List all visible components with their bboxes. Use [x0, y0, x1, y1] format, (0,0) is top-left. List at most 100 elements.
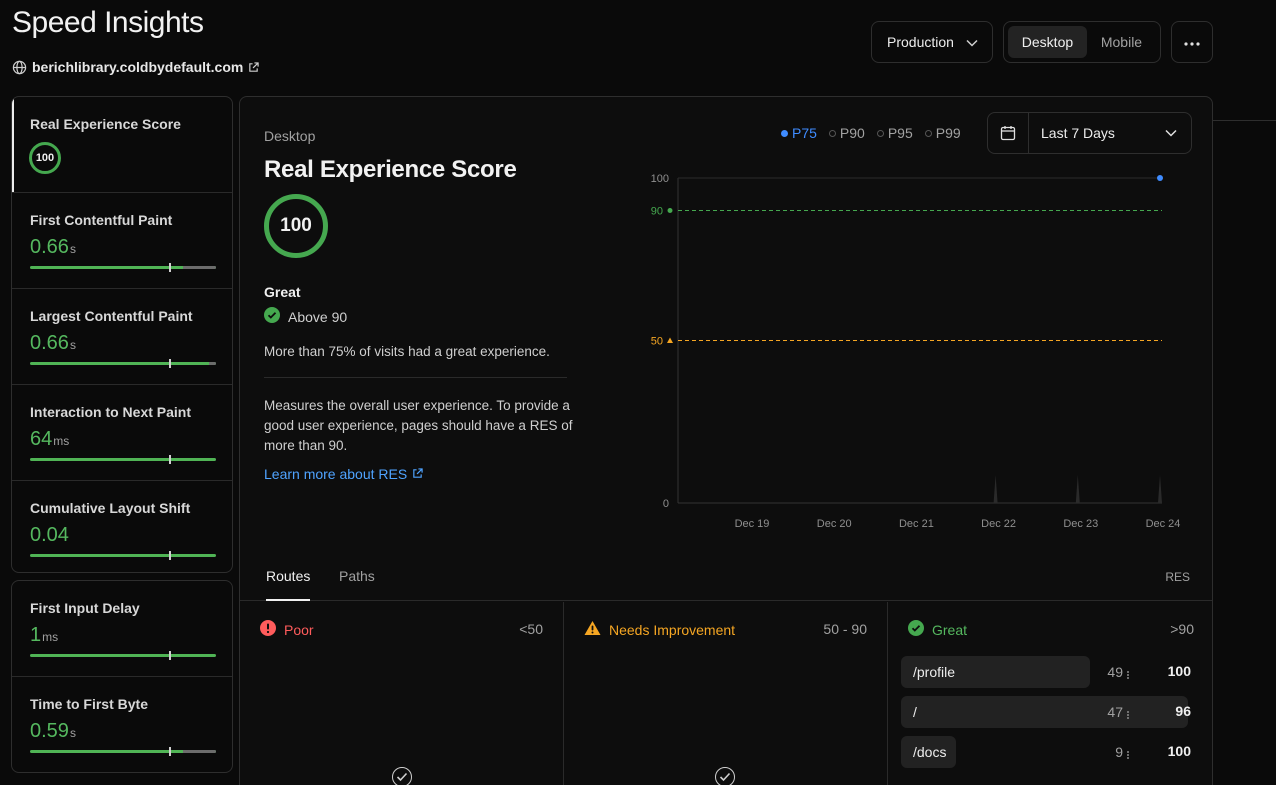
metric-value: 0.66s — [30, 236, 76, 258]
metric-name: First Contentful Paint — [30, 212, 173, 228]
percentile-p75[interactable]: P75 — [781, 125, 817, 141]
threshold-marker — [667, 337, 673, 343]
threshold-text: Above 90 — [288, 308, 348, 325]
device-desktop-button[interactable]: Desktop — [1008, 26, 1087, 58]
device-mobile-button[interactable]: Mobile — [1087, 26, 1156, 58]
more-options-button[interactable] — [1171, 21, 1213, 63]
category-header: Great — [908, 620, 967, 639]
category-header: Needs Improvement — [584, 620, 735, 639]
volume-spike — [993, 475, 998, 503]
metric-cumulative-layout-shift[interactable]: Cumulative Layout Shift 0.04 — [12, 481, 232, 572]
other-metrics-card: First Input Delay 1ms Time to First Byte… — [11, 580, 233, 773]
external-link-icon — [412, 466, 423, 482]
x-tick-label: Dec 20 — [817, 518, 852, 530]
metric-bar — [30, 359, 216, 368]
metric-name: Largest Contentful Paint — [30, 308, 193, 324]
error-icon — [260, 620, 276, 639]
calendar-icon — [988, 113, 1029, 153]
volume-spike — [1075, 475, 1080, 503]
threshold-marker — [667, 208, 673, 213]
percentile-p99[interactable]: P99 — [924, 125, 961, 141]
x-tick-label: Dec 19 — [735, 518, 770, 530]
data-point — [1157, 175, 1163, 181]
metric-value: 0.04 — [30, 524, 69, 546]
category-range: >90 — [1170, 621, 1194, 637]
more-horizontal-icon — [1184, 33, 1200, 51]
metric-name: Time to First Byte — [30, 696, 148, 712]
score-ring-large: 100 — [264, 194, 328, 258]
metric-name: Real Experience Score — [30, 116, 181, 132]
metric-name: Interaction to Next Paint — [30, 404, 192, 420]
metric-real-experience-score[interactable]: Real Experience Score 100 — [12, 97, 232, 193]
environment-select[interactable]: Production — [871, 21, 993, 63]
percentile-p90[interactable]: P90 — [828, 125, 865, 141]
metric-name: Cumulative Layout Shift — [30, 500, 191, 516]
threshold-row: Above 90 — [264, 307, 347, 326]
percentile-p95[interactable]: P95 — [876, 125, 913, 141]
device-label: Desktop — [264, 128, 316, 144]
core-metrics-card: Real Experience Score 100 First Contentf… — [11, 96, 233, 573]
route-name: /profile — [901, 656, 1090, 688]
metric-time-to-first-byte[interactable]: Time to First Byte 0.59s — [12, 677, 232, 772]
site-domain[interactable]: berichlibrary.coldbydefault.com — [32, 59, 243, 75]
threshold-label: 90 — [651, 206, 663, 218]
visits-icon — [1125, 667, 1131, 679]
route-name: / — [901, 696, 1188, 728]
chevron-down-icon — [1165, 124, 1177, 142]
check-circle-icon — [264, 307, 280, 326]
metric-largest-contentful-paint[interactable]: Largest Contentful Paint 0.66s — [12, 289, 232, 385]
metric-value: 0.59s — [30, 720, 76, 742]
rating-label: Great — [264, 284, 301, 300]
metric-bar — [30, 263, 216, 272]
route-row[interactable]: /docs 9 100 — [901, 736, 1199, 768]
environment-label: Production — [887, 34, 954, 50]
route-score: 100 — [1167, 663, 1191, 679]
route-row[interactable]: /profile 49 100 — [901, 656, 1199, 688]
x-tick-label: Dec 24 — [1146, 518, 1181, 530]
res-chart: 100 0 90 50 Dec 19 Dec 20 Dec 21 Dec 22 Dec 23 De… — [651, 173, 1181, 530]
metric-name: First Input Delay — [30, 600, 140, 616]
y-tick-label: 100 — [651, 173, 669, 185]
threshold-label: 50 — [651, 336, 663, 348]
description-text: Measures the overall user experience. To… — [264, 398, 573, 453]
date-range-label: Last 7 Days — [1041, 125, 1115, 141]
metric-bar — [30, 455, 216, 464]
metric-first-contentful-paint[interactable]: First Contentful Paint 0.66s — [12, 193, 232, 289]
site-link[interactable]: berichlibrary.coldbydefault.com — [12, 59, 260, 75]
tab-paths[interactable]: Paths — [339, 568, 375, 601]
empty-check-icon — [715, 767, 735, 785]
res-column-label: RES — [1165, 570, 1190, 584]
metric-bar — [30, 551, 216, 560]
visits-icon — [1125, 747, 1131, 759]
metric-title: Real Experience Score — [264, 156, 517, 183]
route-score: 96 — [1175, 703, 1191, 719]
category-name: Great — [932, 621, 968, 638]
x-tick-label: Dec 21 — [899, 518, 934, 530]
learn-more-link[interactable]: Learn more about RES — [264, 466, 423, 482]
x-tick-label: Dec 23 — [1063, 518, 1098, 530]
category-name: Poor — [284, 621, 314, 638]
route-row[interactable]: / 47 96 — [901, 696, 1199, 728]
visit-count: 9 — [1115, 744, 1123, 760]
metric-bar — [30, 651, 216, 660]
device-toggle: Desktop Mobile — [1003, 21, 1161, 63]
chevron-down-icon — [966, 34, 978, 50]
category-header: Poor — [260, 620, 314, 639]
visit-count: 49 — [1107, 664, 1123, 680]
metric-value: 0.66s — [30, 332, 76, 354]
x-tick-label: Dec 22 — [981, 518, 1016, 530]
percentile-selector: P75 P90 P95 P99 — [781, 125, 961, 141]
routes-tabs: Routes Paths RES — [240, 559, 1212, 601]
check-circle-icon — [908, 620, 924, 639]
tab-routes[interactable]: Routes — [266, 568, 311, 601]
metric-first-input-delay[interactable]: First Input Delay 1ms — [12, 581, 232, 677]
date-range-select[interactable]: Last 7 Days — [987, 112, 1192, 154]
route-score: 100 — [1167, 743, 1191, 759]
category-name: Needs Improvement — [609, 621, 736, 638]
metric-interaction-to-next-paint[interactable]: Interaction to Next Paint 64ms — [12, 385, 232, 481]
metric-value: 1ms — [30, 624, 59, 646]
metric-bar — [30, 747, 216, 756]
empty-check-icon — [392, 767, 412, 785]
category-poor: Poor <50 — [240, 602, 564, 785]
category-needs-improvement: Needs Improvement 50 - 90 — [564, 602, 888, 785]
